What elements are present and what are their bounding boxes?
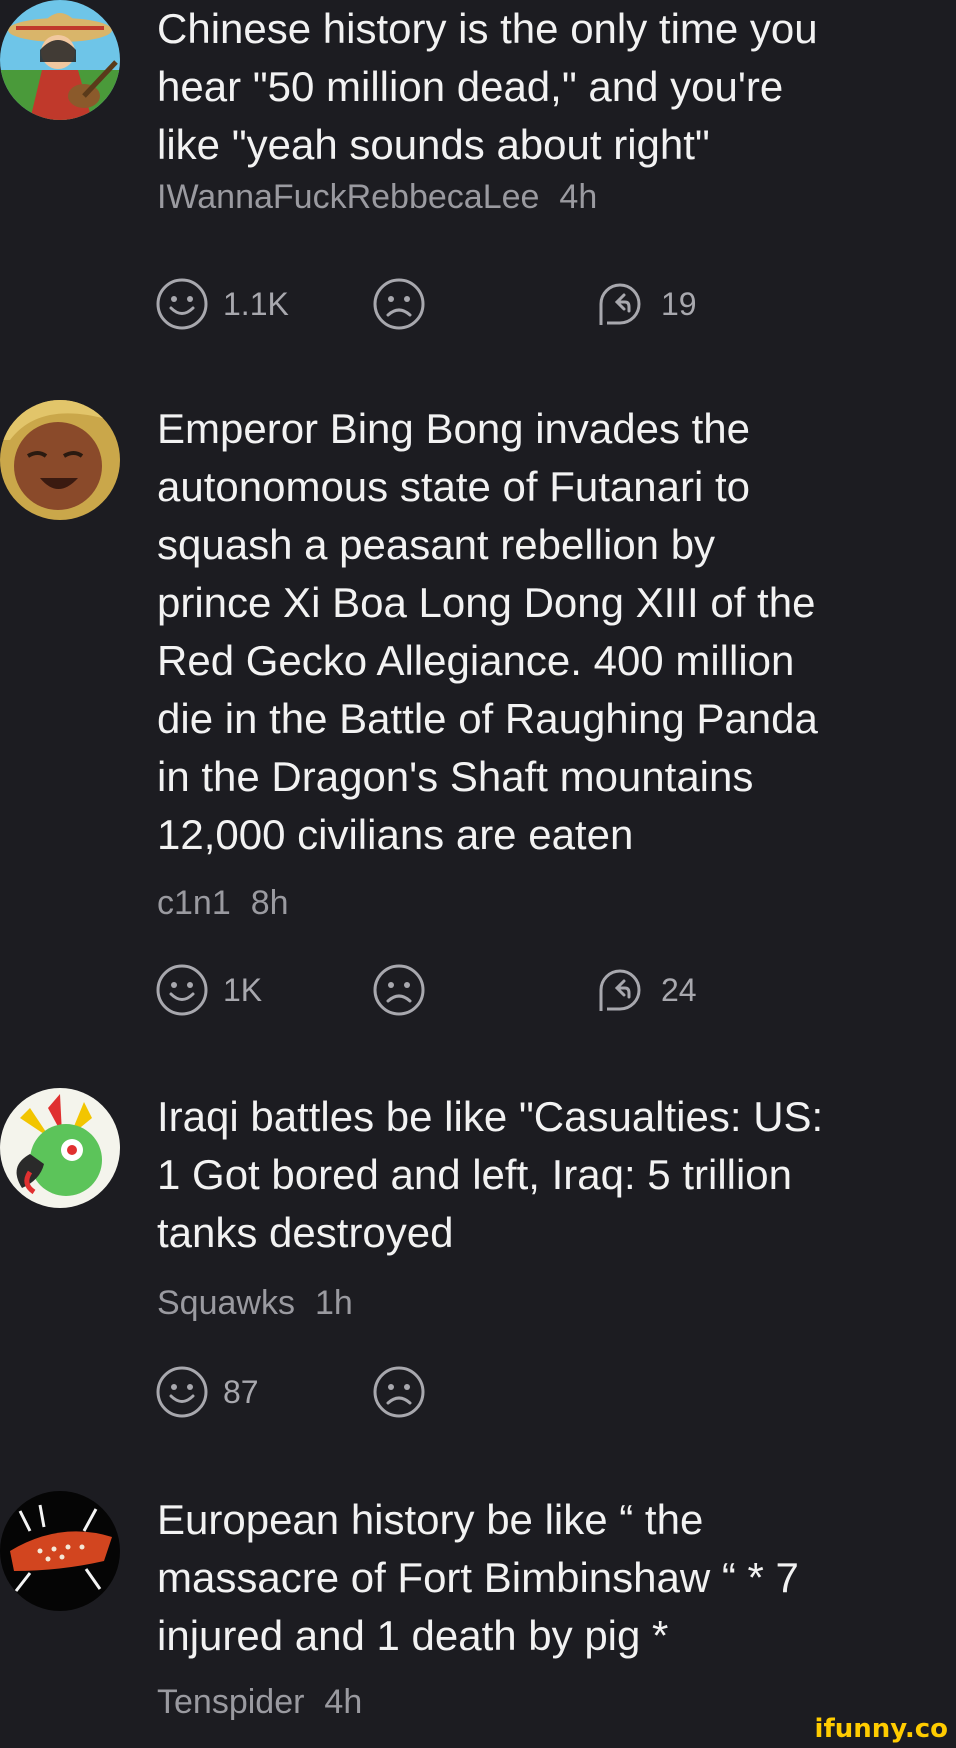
reply-button[interactable]: 19: [593, 276, 697, 332]
avatar[interactable]: [0, 1491, 120, 1611]
comment-actions: 87: [155, 1364, 755, 1420]
smile-count: 87: [223, 1373, 259, 1410]
smile-count: 1.1K: [223, 285, 289, 322]
comment-text: Emperor Bing Bong invades the autonomous…: [157, 405, 818, 858]
avatar[interactable]: [0, 400, 120, 520]
laughing-man-avatar-icon: [0, 400, 120, 520]
smile-button[interactable]: 1K: [155, 962, 262, 1018]
smile-button[interactable]: 87: [155, 1364, 259, 1420]
smile-icon: [156, 278, 208, 330]
comment-meta: Squawks 1h: [157, 1284, 353, 1323]
unsmile-button[interactable]: [372, 962, 426, 1018]
timestamp: 4h: [324, 1683, 363, 1721]
avatar[interactable]: [0, 1088, 120, 1208]
parrot-avatar-icon: [0, 1088, 120, 1208]
comment-text: Iraqi battles be like "Casualties: US: 1…: [157, 1093, 824, 1256]
reply-count: 19: [661, 285, 697, 322]
reply-button[interactable]: 24: [593, 962, 697, 1018]
reply-icon: [599, 969, 641, 1011]
timestamp: 8h: [250, 884, 289, 922]
smile-count: 1K: [223, 971, 263, 1008]
spider-avatar-icon: [0, 1491, 120, 1611]
timestamp: 4h: [559, 178, 598, 216]
username[interactable]: IWannaFuckRebbecaLee: [157, 178, 539, 216]
ifunny-watermark: ifunny.co: [814, 1714, 948, 1744]
comment-meta: IWannaFuckRebbecaLee 4h: [157, 178, 597, 217]
smile-button[interactable]: 1.1K: [155, 276, 289, 332]
comment-meta: Tenspider 4h: [157, 1683, 362, 1722]
reply-icon: [599, 283, 641, 325]
comment-text: Chinese history is the only time you hea…: [157, 5, 818, 168]
sombrero-guitar-avatar-icon: [0, 0, 120, 120]
comment-actions: 1K 24: [155, 962, 755, 1018]
smile-icon: [156, 1366, 208, 1418]
unsmile-button[interactable]: [372, 276, 426, 332]
comment-text: European history be like “ the massacre …: [157, 1496, 799, 1659]
comment-actions: 1.1K 19: [155, 276, 755, 332]
frown-icon: [373, 964, 425, 1016]
reply-count: 24: [661, 971, 697, 1008]
frown-icon: [373, 278, 425, 330]
smile-icon: [156, 964, 208, 1016]
username[interactable]: Squawks: [157, 1284, 295, 1322]
unsmile-button[interactable]: [372, 1364, 426, 1420]
comment-meta: c1n1 8h: [157, 884, 289, 923]
frown-icon: [373, 1366, 425, 1418]
username[interactable]: Tenspider: [157, 1683, 304, 1721]
avatar[interactable]: [0, 0, 120, 120]
username[interactable]: c1n1: [157, 884, 231, 922]
timestamp: 1h: [314, 1284, 353, 1322]
